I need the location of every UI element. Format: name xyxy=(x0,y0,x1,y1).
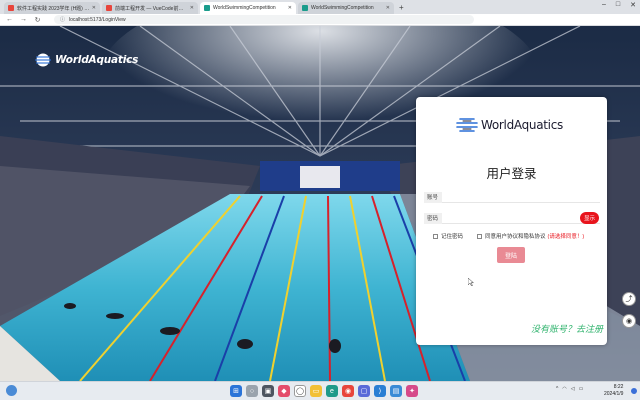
new-tab-icon[interactable]: + xyxy=(399,2,404,14)
agree-terms-warning: (请选择同意！) xyxy=(547,234,585,240)
side-toolbar: ⤴ ◉ xyxy=(622,292,636,328)
start-icon[interactable]: ⊞ xyxy=(230,385,242,397)
task-view-icon[interactable]: ▣ xyxy=(262,385,274,397)
search-icon[interactable]: ○ xyxy=(246,385,258,397)
url-input[interactable]: ⓘ localhost:5173/LoginView xyxy=(54,15,474,24)
minimize-icon[interactable]: – xyxy=(602,1,606,9)
windows-taskbar: ⊞ ○ ▣ ◆ ◯ ▭ e ◉ ▢ ⟩ ▤ ✦ ^ ◠ ◁ ▭ 8:22 202… xyxy=(0,381,640,400)
wifi-icon[interactable]: ◠ xyxy=(562,386,566,392)
chrome-icon[interactable]: ◉ xyxy=(342,385,354,397)
clock-date: 2024/1/9 xyxy=(604,391,624,397)
browser-tab-strip: 软件工程实践 2023学年 (H题) … ✕ 前端工程开发 — VueCode前… xyxy=(0,0,640,14)
login-logo-text: WorldAquatics xyxy=(481,118,563,132)
browser-tab-active[interactable]: WorldSwimmingCompetition ✕ xyxy=(200,2,296,14)
remember-password-option[interactable]: 记住密码 xyxy=(433,232,463,240)
browser-tab[interactable]: WorldSwimmingCompetition ✕ xyxy=(298,2,394,14)
weather-widget[interactable] xyxy=(6,385,17,396)
edge-icon[interactable]: e xyxy=(326,385,338,397)
share-icon[interactable]: ⤴ xyxy=(622,292,636,306)
clock-time: 8:22 xyxy=(613,384,624,390)
login-page: WorldAquatics WorldAquatics 用户登录 账号 密码 显… xyxy=(0,26,640,381)
maximize-icon[interactable]: □ xyxy=(616,1,620,9)
tab-favicon-icon xyxy=(204,5,210,11)
tab-label: 软件工程实践 2023学年 (H题) … xyxy=(17,5,90,12)
url-text: localhost:5173/LoginView xyxy=(69,16,126,23)
tab-close-icon[interactable]: ✕ xyxy=(92,5,96,11)
volume-icon[interactable]: ◁ xyxy=(571,386,575,392)
tab-label: 前端工程开发 — VueCode前端项目… xyxy=(115,5,188,12)
login-options: 记住密码 同意用户协议和隐私协议 (请选择同意！) xyxy=(433,232,598,240)
tab-close-icon[interactable]: ✕ xyxy=(386,5,390,11)
forward-icon[interactable]: → xyxy=(20,16,27,23)
login-title: 用户登录 xyxy=(486,167,537,181)
login-button[interactable]: 登陆 xyxy=(497,247,525,263)
taskbar-apps: ⊞ ○ ▣ ◆ ◯ ▭ e ◉ ▢ ⟩ ▤ ✦ xyxy=(230,385,418,397)
password-label: 密码 xyxy=(424,212,442,224)
remember-password-label: 记住密码 xyxy=(441,234,464,240)
app-icon[interactable]: ▤ xyxy=(390,385,402,397)
password-input[interactable] xyxy=(442,213,600,223)
username-field: 账号 xyxy=(424,191,600,203)
chat-icon[interactable]: ◉ xyxy=(622,314,636,328)
header-brand-text: WorldAquatics xyxy=(55,54,139,66)
tab-close-icon[interactable]: ✕ xyxy=(288,5,292,11)
window-controls: – □ ✕ xyxy=(602,1,636,9)
app-icon[interactable]: ▢ xyxy=(358,385,370,397)
chevron-up-icon[interactable]: ^ xyxy=(556,386,558,392)
login-logo: WorldAquatics xyxy=(456,117,563,133)
app-icon[interactable]: ◆ xyxy=(278,385,290,397)
weather-icon xyxy=(6,385,17,396)
username-label: 账号 xyxy=(424,191,442,203)
reload-icon[interactable]: ↻ xyxy=(34,16,41,24)
close-window-icon[interactable]: ✕ xyxy=(630,1,636,9)
app-icon[interactable]: ◯ xyxy=(294,385,306,397)
tab-favicon-icon xyxy=(106,5,112,11)
tab-favicon-icon xyxy=(8,5,14,11)
taskbar-clock[interactable]: 8:22 2024/1/9 xyxy=(604,384,623,398)
agree-terms-checkbox[interactable] xyxy=(477,233,483,239)
tab-label: WorldSwimmingCompetition xyxy=(213,5,276,11)
agree-terms-link[interactable]: 同意用户协议和隐私协议 xyxy=(485,232,546,240)
system-tray: ^ ◠ ◁ ▭ xyxy=(556,386,583,392)
vscode-icon[interactable]: ⟩ xyxy=(374,385,386,397)
tab-label: WorldSwimmingCompetition xyxy=(311,5,374,11)
file-explorer-icon[interactable]: ▭ xyxy=(310,385,322,397)
info-icon[interactable]: ⓘ xyxy=(60,16,65,23)
header-brand[interactable]: WorldAquatics xyxy=(34,53,138,67)
worldaquatics-logo-icon xyxy=(456,118,478,132)
notification-icon[interactable] xyxy=(631,388,637,394)
app-icon[interactable]: ✦ xyxy=(406,385,418,397)
agree-terms-option[interactable]: 同意用户协议和隐私协议 (请选择同意！) xyxy=(477,232,584,240)
password-field: 密码 xyxy=(424,212,600,224)
remember-password-checkbox[interactable] xyxy=(433,233,438,239)
register-link[interactable]: 没有账号？去注册 xyxy=(531,322,603,335)
battery-icon[interactable]: ▭ xyxy=(579,386,584,392)
username-input[interactable] xyxy=(442,192,600,202)
browser-tab[interactable]: 软件工程实践 2023学年 (H题) … ✕ xyxy=(4,2,100,14)
mouse-cursor-icon xyxy=(468,278,474,286)
tab-close-icon[interactable]: ✕ xyxy=(190,5,194,11)
show-password-button[interactable]: 显示 xyxy=(580,212,599,224)
browser-tab[interactable]: 前端工程开发 — VueCode前端项目… ✕ xyxy=(102,2,198,14)
tab-favicon-icon xyxy=(302,5,308,11)
browser-address-bar: ← → ↻ ⓘ localhost:5173/LoginView xyxy=(0,14,640,26)
back-icon[interactable]: ← xyxy=(6,16,13,23)
login-card: WorldAquatics 用户登录 账号 密码 显示 记住密码 同意用户协议和… xyxy=(416,97,607,345)
worldaquatics-logo-icon xyxy=(35,53,51,67)
